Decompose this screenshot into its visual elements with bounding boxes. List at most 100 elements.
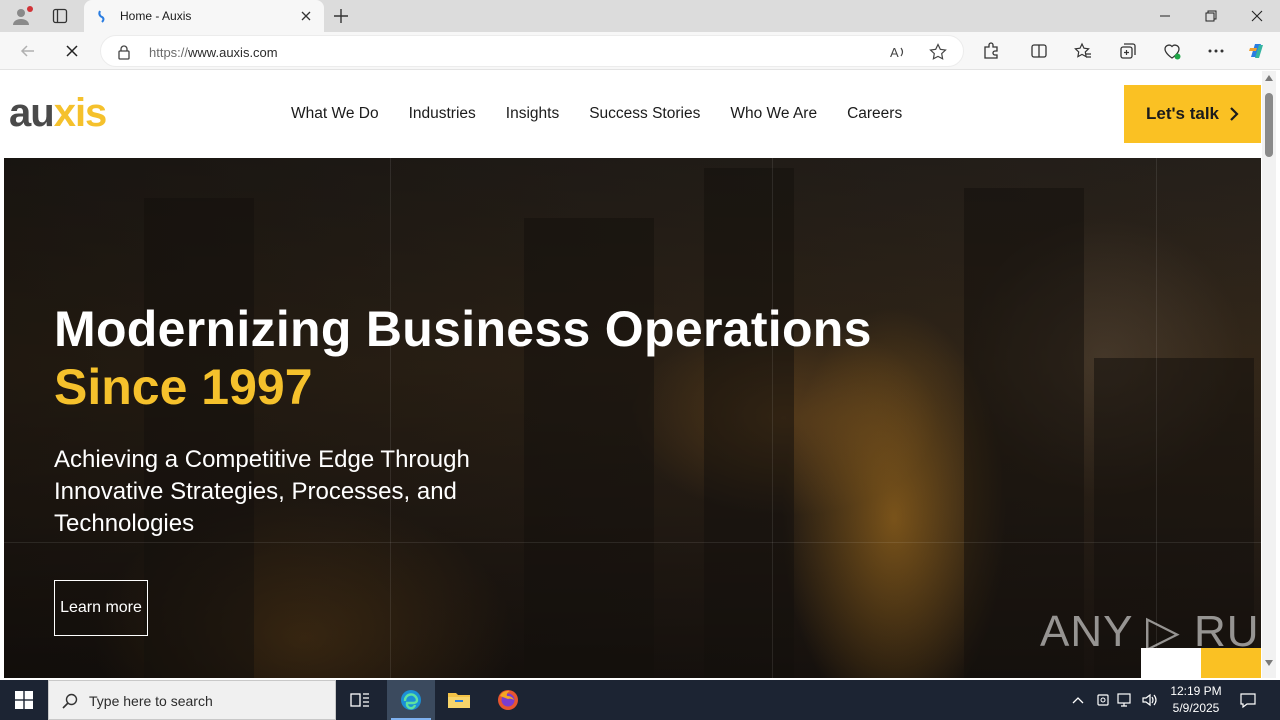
close-icon <box>1251 10 1263 22</box>
start-button[interactable] <box>0 680 48 720</box>
read-aloud-icon[interactable]: A <box>889 43 907 61</box>
url-scheme: https:// <box>149 45 189 60</box>
address-bar[interactable]: https://www.auxis.com A <box>100 35 964 67</box>
nav-industries[interactable]: Industries <box>409 105 476 123</box>
lets-talk-label: Let's talk <box>1145 104 1219 123</box>
settings-more-button[interactable] <box>1205 40 1227 62</box>
folder-icon <box>448 693 470 708</box>
copilot-icon <box>1249 44 1263 58</box>
stop-icon <box>66 45 78 57</box>
lock-icon[interactable] <box>117 44 131 60</box>
taskbar-firefox[interactable] <box>484 680 532 720</box>
tab-title: Home - Auxis <box>120 9 192 23</box>
system-clock[interactable]: 12:19 PM 5/9/2025 <box>1168 683 1224 717</box>
restore-button[interactable] <box>1188 0 1234 32</box>
device-icon <box>1097 694 1109 706</box>
grid-line <box>390 158 391 678</box>
browser-toolbar: https://www.auxis.com A <box>0 32 1280 70</box>
nav-careers[interactable]: Careers <box>847 105 902 123</box>
taskbar-file-explorer[interactable] <box>435 680 483 720</box>
logo-part-3: is <box>74 91 107 135</box>
favorites-icon <box>1074 42 1091 58</box>
edge-icon <box>401 690 421 710</box>
nav-who-we-are[interactable]: Who We Are <box>730 105 817 123</box>
taskbar-edge[interactable] <box>387 680 435 720</box>
hero-title: Modernizing Business Operations <box>54 301 872 357</box>
task-view-icon <box>350 693 369 707</box>
slider-next-button[interactable] <box>1201 648 1261 678</box>
collections-button[interactable] <box>1117 40 1139 62</box>
minimize-button[interactable] <box>1142 0 1188 32</box>
windows-logo-icon <box>15 691 33 709</box>
scroll-down-icon[interactable] <box>1265 660 1273 666</box>
building-shape <box>144 198 254 678</box>
minimize-icon <box>1160 15 1170 17</box>
copilot-button[interactable] <box>1246 40 1268 62</box>
tab-home-auxis[interactable]: Home - Auxis <box>84 0 324 32</box>
nav-success-stories[interactable]: Success Stories <box>589 105 700 123</box>
page-scrollbar[interactable] <box>1262 71 1276 678</box>
taskbar-search[interactable]: Type here to search <box>48 680 336 720</box>
chevron-right-icon <box>1230 107 1239 121</box>
stop-loading-button[interactable] <box>58 39 86 63</box>
search-placeholder: Type here to search <box>89 693 213 709</box>
notification-icon <box>1240 693 1256 708</box>
url-host: www.auxis.com <box>188 45 278 60</box>
notifications-button[interactable] <box>1234 680 1262 720</box>
page-viewport: auxis What We Do Industries Insights Suc… <box>0 71 1280 678</box>
slider-prev-button[interactable] <box>1141 648 1201 678</box>
favorite-star-icon[interactable] <box>929 43 947 61</box>
grid-line <box>4 542 1261 543</box>
restore-icon <box>1205 10 1217 22</box>
browser-essentials-button[interactable] <box>1161 40 1183 62</box>
show-hidden-icons-button[interactable] <box>1068 680 1088 720</box>
clock-date: 5/9/2025 <box>1172 701 1220 715</box>
back-button[interactable] <box>14 39 42 63</box>
hero-subtitle: Achieving a Competitive Edge Through Inn… <box>54 446 470 537</box>
lets-talk-button[interactable]: Let's talk <box>1124 85 1261 143</box>
notification-dot <box>27 6 33 12</box>
firefox-icon <box>498 690 518 710</box>
url-text[interactable]: https://www.auxis.com <box>149 45 278 60</box>
close-tab-icon[interactable] <box>298 8 314 24</box>
scroll-thumb[interactable] <box>1265 93 1273 157</box>
collections-icon <box>1120 43 1136 59</box>
tab-actions-button[interactable] <box>48 5 72 27</box>
grid-line <box>1156 158 1157 678</box>
favorites-button[interactable] <box>1072 40 1094 62</box>
chevron-up-icon <box>1072 697 1084 704</box>
nav-insights[interactable]: Insights <box>506 105 559 123</box>
building-shape <box>704 168 794 678</box>
tab-actions-icon <box>52 8 68 24</box>
hero-title-year: Since 1997 <box>54 359 313 415</box>
new-tab-button[interactable] <box>330 6 352 26</box>
logo-part-1: au <box>9 91 55 135</box>
close-window-button[interactable] <box>1234 0 1280 32</box>
search-icon <box>62 693 78 709</box>
task-view-button[interactable] <box>336 680 384 720</box>
site-header: auxis What We Do Industries Insights Suc… <box>4 71 1261 158</box>
auxis-favicon-icon <box>98 10 105 23</box>
tray-device-icon-button[interactable] <box>1094 680 1112 720</box>
volume-button[interactable] <box>1140 680 1160 720</box>
heart-pulse-icon <box>1164 44 1181 60</box>
logo-part-2: x <box>53 91 76 135</box>
windows-taskbar: Type here to search 12:19 PM 5/9/2025 <box>0 680 1280 720</box>
extensions-button[interactable] <box>980 40 1002 62</box>
grid-line <box>772 158 773 678</box>
hero-banner: Modernizing Business Operations Since 19… <box>4 158 1261 678</box>
split-screen-icon <box>1031 44 1047 58</box>
building-shape <box>964 188 1084 678</box>
profile-button[interactable] <box>8 4 34 28</box>
speaker-icon <box>1142 693 1157 707</box>
clock-time: 12:19 PM <box>1170 684 1222 698</box>
split-screen-button[interactable] <box>1028 40 1050 62</box>
plus-icon <box>334 9 348 23</box>
network-button[interactable] <box>1116 680 1136 720</box>
scroll-up-icon[interactable] <box>1265 75 1273 81</box>
browser-tab-strip: Home - Auxis <box>0 0 1280 32</box>
learn-more-button[interactable]: Learn more <box>54 580 148 636</box>
auxis-logo[interactable]: auxis <box>9 91 107 136</box>
nav-what-we-do[interactable]: What We Do <box>291 105 379 123</box>
network-icon <box>1117 693 1131 707</box>
